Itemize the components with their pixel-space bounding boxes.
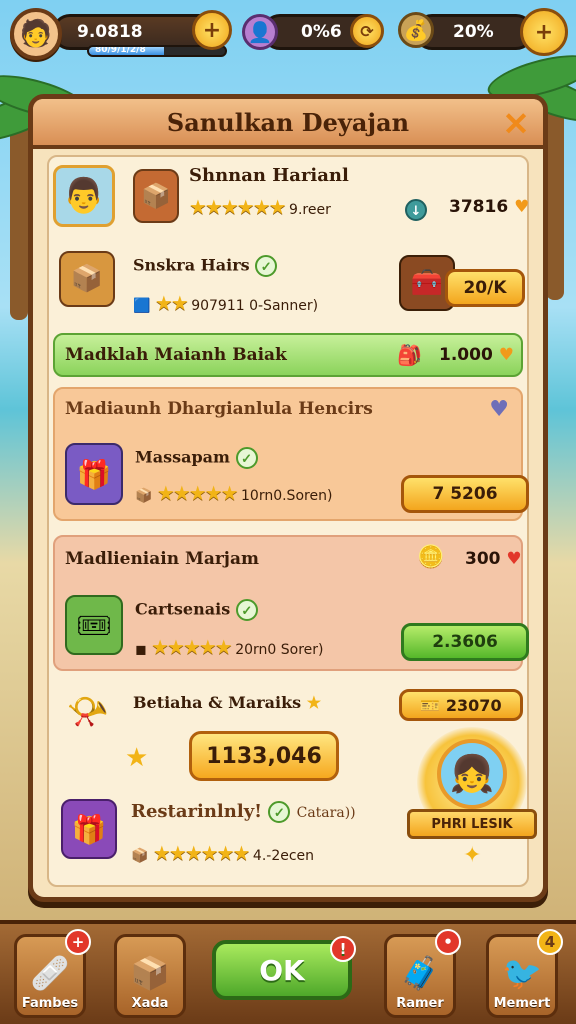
xp-bar-label: 80/9/1/2/8 xyxy=(95,45,146,55)
heart-icon: ♥ xyxy=(506,549,522,569)
star-icon: ★ xyxy=(306,693,322,712)
gem-icon: 👤 xyxy=(242,14,278,50)
heart-outline-icon[interactable]: ♥ xyxy=(489,397,509,422)
box-icon: 📦 xyxy=(131,848,149,864)
gift-box-icon: 🎁 xyxy=(61,799,117,859)
reward-title: Betiaha & Maraiks ★ xyxy=(133,693,322,712)
leaf-icon: ✓ xyxy=(235,447,258,469)
buy-button[interactable]: 20/K xyxy=(445,269,525,307)
gems-action-button[interactable]: ⟳ xyxy=(350,14,384,48)
restock-row[interactable]: 🎁 Restarinlnly! ✓ Catara)) 📦 ★★★★★★ 4.-2… xyxy=(61,793,401,873)
panel-title: Sanulkan Deyajan xyxy=(166,107,410,137)
leaf-icon: ✓ xyxy=(268,801,291,823)
item-title: Massapam ✓ xyxy=(135,447,258,469)
info-icon[interactable]: ↓ xyxy=(405,199,427,221)
offer-section: Madlieniain Marjam 🪙 300 ♥ 🎟 Cartsenais … xyxy=(53,535,529,671)
crate-icon: 📦 xyxy=(133,169,179,223)
add-coins-button[interactable]: + xyxy=(520,8,568,56)
leaf-icon: ✓ xyxy=(255,255,278,277)
dialog-panel: Sanulkan Deyajan ✕ 👨 📦 Shnnan Harianl ★★… xyxy=(28,94,548,902)
whistle-icon: 📯 xyxy=(66,692,110,732)
leaf-icon: ✓ xyxy=(235,599,258,621)
rating-stars: ★★★★★★ xyxy=(152,841,251,865)
sparkle-icon: ✦ xyxy=(463,843,482,868)
box-icon: 📦 xyxy=(135,488,153,504)
item-value: 37816 ♥ xyxy=(449,197,530,217)
heart-icon: ♥ xyxy=(514,197,530,217)
close-button[interactable]: ✕ xyxy=(499,107,533,141)
coins-value: 20% xyxy=(453,22,494,42)
reward-value-badge[interactable]: 🎫 23070 xyxy=(399,689,523,721)
tag-icon: 🎫 xyxy=(420,695,441,715)
section-title: Madlieniain Marjam xyxy=(65,549,259,569)
shopkeeper-portrait-icon: 👨 xyxy=(53,165,115,227)
wooden-crate-icon: 📦 xyxy=(59,251,115,307)
plus-icon: + xyxy=(534,19,554,45)
character-portrait-icon: 👧 xyxy=(437,739,507,809)
bag-icon: 🎒 xyxy=(397,343,422,367)
panel-header: Sanulkan Deyajan ✕ xyxy=(33,99,543,149)
box-icon: 🟦 xyxy=(133,298,151,314)
section-title: Madiaunh Dhargianlula Hencirs xyxy=(65,399,373,419)
item-title: Shnnan Harianl xyxy=(189,165,349,186)
item-title: Snskra Hairs ✓ xyxy=(133,255,278,277)
offer-section: Madiaunh Dhargianlula Hencirs ♥ 🎁 Massap… xyxy=(53,387,529,521)
banner-title: Madklah Maianh Baiak xyxy=(65,345,287,365)
ticket-box-icon: 🎟 xyxy=(65,595,123,655)
item-meta: 📦 ★★★★★ 10rn0.Soren) xyxy=(135,481,333,505)
nav-fambes-button[interactable]: 🩹 Fambes + xyxy=(14,929,91,1018)
rating-stars: ★★★★★★ xyxy=(189,195,287,219)
nav-memert-button[interactable]: 🐦 Memert 4 xyxy=(486,929,563,1018)
item-meta: ◼ ★★★★★ 20rn0 Sorer) xyxy=(135,635,324,659)
player-avatar[interactable]: 🧑 xyxy=(10,8,62,60)
rating-stars: ★★ xyxy=(154,291,189,315)
ok-button[interactable]: OK ! xyxy=(212,936,356,1000)
bandage-icon: 🩹 xyxy=(30,954,70,992)
notification-badge: ! xyxy=(330,936,356,962)
top-hud: 9.0818 80/9/1/2/8 🧑 + 0%6 👤 ⟳ 20% 💰 + xyxy=(6,6,570,64)
coin-icon: 🪙 xyxy=(417,545,445,570)
buy-button[interactable]: 2.3606 xyxy=(401,623,529,661)
item-meta: ★★★★★★ 9.reer xyxy=(189,195,331,219)
heart-icon: ♥ xyxy=(498,345,514,365)
plus-icon: + xyxy=(202,17,222,43)
list-item[interactable]: 📦 Snskra Hairs ✓ 🟦 ★★ 907911 0-Sanner) 🧰… xyxy=(49,241,527,327)
reward-amount-button[interactable]: 1133,046 xyxy=(189,731,339,781)
add-level-button[interactable]: + xyxy=(192,10,232,50)
rating-stars: ★★★★★ xyxy=(156,481,239,505)
banner-value: 1.000 ♥ xyxy=(439,345,514,365)
notification-badge: 4 xyxy=(537,929,563,955)
notification-badge: + xyxy=(65,929,91,955)
item-meta: 🟦 ★★ 907911 0-Sanner) xyxy=(133,291,319,315)
buy-button[interactable]: 7 5206 xyxy=(401,475,529,513)
nav-ramer-button[interactable]: 🧳 Ramer • xyxy=(384,929,461,1018)
restock-meta: 📦 ★★★★★★ 4.-2ecen xyxy=(131,841,315,865)
rating-stars: ★★★★★ xyxy=(151,635,233,659)
item-title: Cartsenais ✓ xyxy=(135,599,258,621)
notification-badge: • xyxy=(435,929,461,955)
star-icon: ★ xyxy=(125,743,149,773)
toolbox-icon: 🧳 xyxy=(400,954,440,992)
section-value: 300 ♥ xyxy=(465,549,522,569)
premium-badge[interactable]: 👧 PHRI LESIK ✦ xyxy=(407,727,537,877)
restock-title: Restarinlnly! ✓ Catara)) xyxy=(131,801,356,823)
bird-icon: 🐦 xyxy=(502,954,542,992)
coin-bag-icon: 💰 xyxy=(398,12,434,48)
package-icon: 📦 xyxy=(130,954,170,992)
premium-label: PHRI LESIK xyxy=(407,809,537,839)
gems-value: 0%6 xyxy=(301,22,342,42)
cake-box-icon: 🎁 xyxy=(65,443,123,505)
featured-banner[interactable]: Madklah Maianh Baiak 🎒 1.000 ♥ xyxy=(53,333,523,377)
box-icon: ◼ xyxy=(135,642,147,658)
bottom-nav-bar: 🩹 Fambes + 📦 Xada OK ! 🧳 Ramer • 🐦 Memer… xyxy=(0,920,576,1024)
nav-xada-button[interactable]: 📦 Xada xyxy=(114,934,186,1018)
level-value: 9.0818 xyxy=(77,22,143,42)
list-item[interactable]: 👨 📦 Shnnan Harianl ★★★★★★ 9.reer ↓ 37816… xyxy=(49,157,530,237)
